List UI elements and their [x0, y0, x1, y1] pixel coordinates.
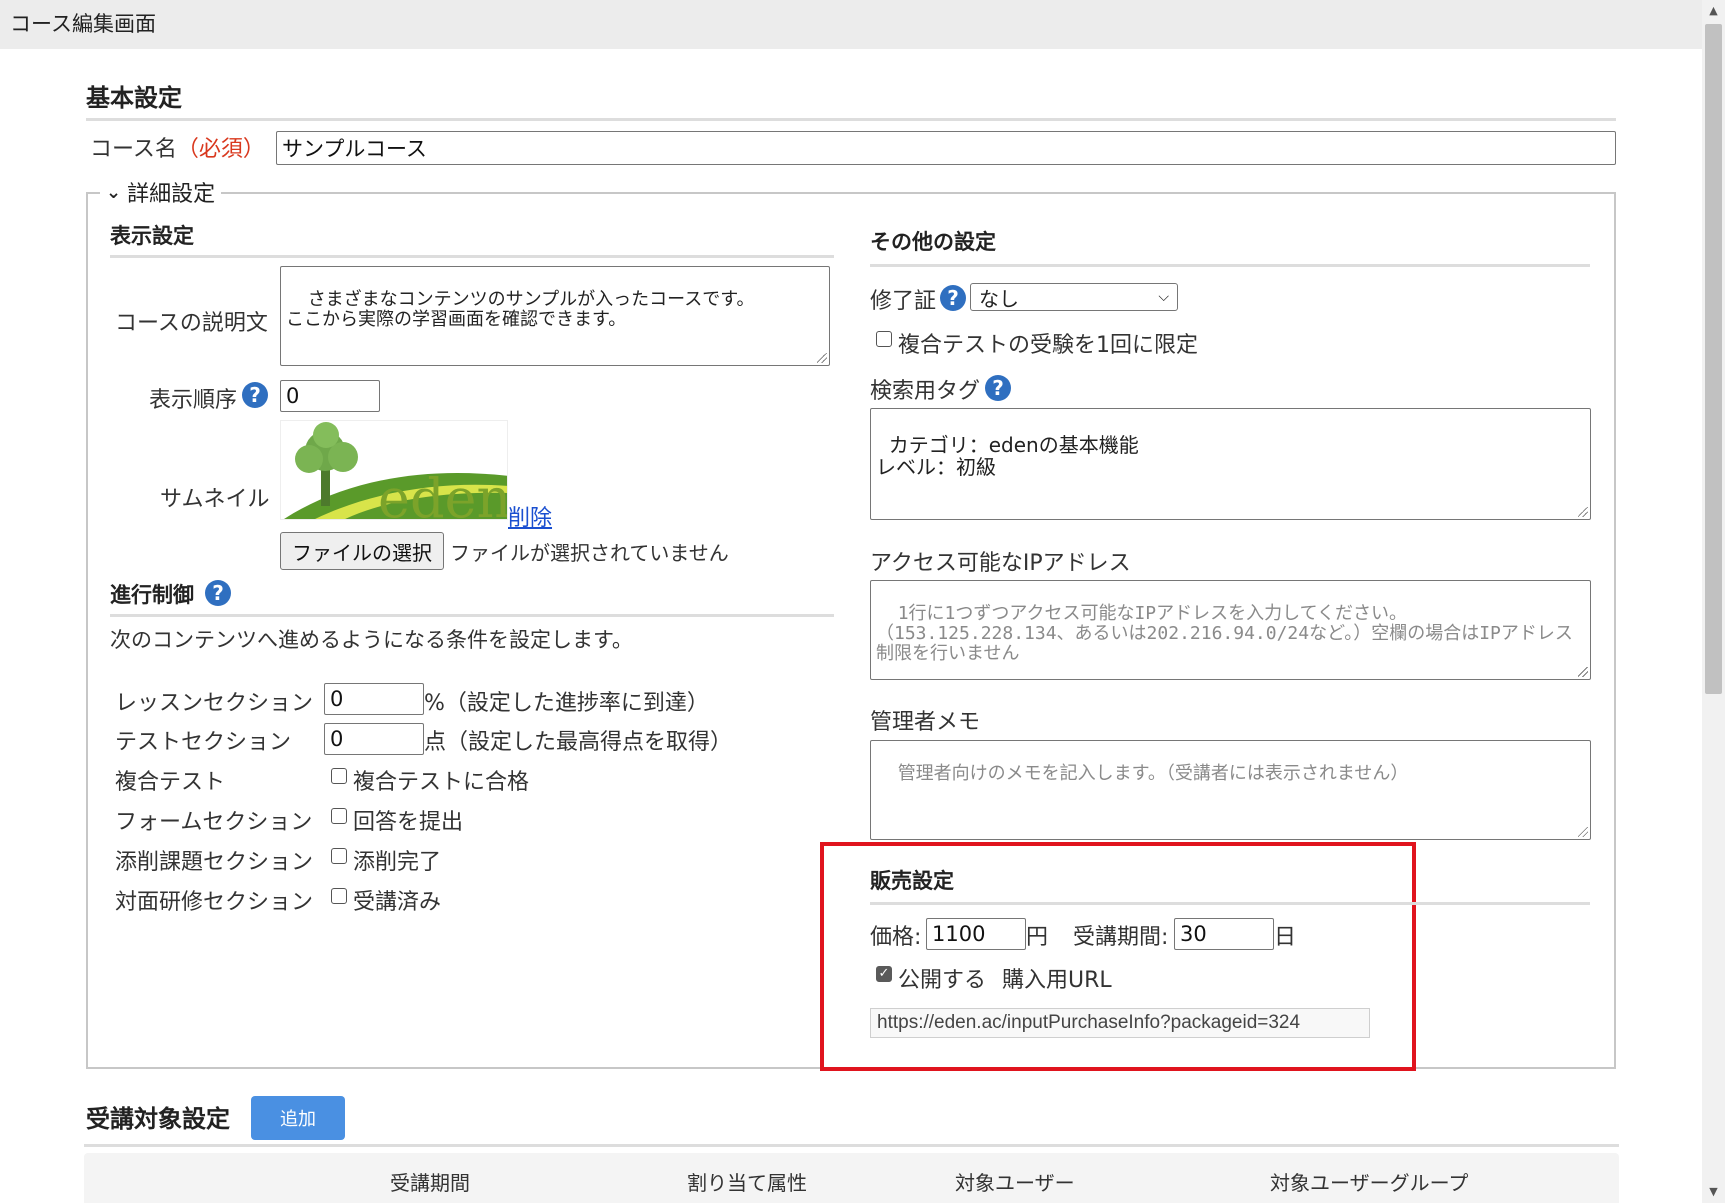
assignment-done-check-label: 添削完了 — [353, 850, 442, 875]
divider — [110, 614, 834, 617]
scroll-up-arrow-icon[interactable]: ▲ — [1702, 0, 1725, 22]
column-period: 受講期間 — [390, 1171, 470, 1195]
progress-description: 次のコンテンツへ進めるようになる条件を設定します。 — [110, 628, 633, 652]
lesson-progress-input[interactable]: 0 — [324, 683, 424, 715]
thumbnail-label: サムネイル — [160, 487, 270, 512]
training-section-label: 対面研修セクション — [115, 890, 314, 915]
training-attended-check-label: 受講済み — [353, 890, 442, 915]
test-section-label: テストセクション — [115, 730, 292, 755]
description-label: コースの説明文 — [115, 311, 268, 336]
sales-settings-heading: 販売設定 — [870, 869, 954, 893]
admin-memo-textarea[interactable]: 管理者向けのメモを記入します。（受講者には表示されません） — [870, 740, 1591, 840]
divider — [86, 118, 1616, 121]
help-icon[interactable]: ? — [242, 382, 268, 408]
purchase-url-field[interactable]: https://eden.ac/inputPurchaseInfo?packag… — [870, 1008, 1370, 1038]
file-select-button[interactable]: ファイルの選択 — [280, 532, 444, 570]
tags-textarea[interactable]: カテゴリ：edenの基本機能 レベル：初級 — [870, 408, 1591, 520]
resize-grip-icon[interactable] — [1578, 507, 1588, 517]
tags-label: 検索用タグ — [870, 379, 981, 404]
scrollbar-thumb[interactable] — [1705, 24, 1722, 694]
order-input[interactable]: 0 — [280, 380, 380, 412]
purchase-url-label: 購入用URL — [1002, 968, 1112, 993]
form-submit-checkbox[interactable] — [331, 808, 347, 824]
form-submit-check-label: 回答を提出 — [353, 810, 464, 835]
admin-memo-label: 管理者メモ — [870, 710, 981, 735]
resize-grip-icon[interactable] — [1578, 827, 1588, 837]
eden-logo-icon: eden — [284, 422, 508, 520]
composite-test-check-label: 複合テストに合格 — [353, 770, 530, 795]
limit-test-checkbox[interactable] — [876, 331, 892, 347]
test-score-input[interactable]: 0 — [324, 723, 424, 755]
price-label: 価格: — [870, 925, 922, 950]
column-user-groups: 対象ユーザーグループ — [1270, 1171, 1469, 1195]
divider — [870, 902, 1590, 905]
tags-text: カテゴリ：edenの基本機能 レベル：初級 — [876, 433, 1139, 479]
certificate-label: 修了証 — [870, 289, 937, 314]
publish-label: 公開する — [898, 968, 987, 993]
course-name-label: コース名（必須） — [90, 131, 265, 163]
scroll-down-arrow-icon[interactable]: ▼ — [1702, 1181, 1725, 1203]
display-settings-heading: 表示設定 — [110, 224, 194, 248]
help-icon[interactable]: ? — [205, 580, 231, 606]
add-target-button[interactable]: 追加 — [251, 1096, 345, 1140]
training-attended-checkbox[interactable] — [331, 888, 347, 904]
lesson-section-label: レッスンセクション — [115, 691, 314, 716]
detail-settings-legend: 詳細設定 — [127, 182, 216, 207]
chevron-down-icon: ⌵ — [1158, 289, 1169, 305]
resize-grip-icon[interactable] — [1578, 667, 1588, 677]
period-label: 受講期間: — [1073, 925, 1169, 950]
course-name-input[interactable]: サンプルコース — [276, 131, 1616, 165]
divider — [870, 264, 1590, 267]
description-text: さまざまなコンテンツのサンプルが入ったコースです。 ここから実際の学習画面を確認… — [286, 289, 755, 330]
other-settings-heading: その他の設定 — [870, 230, 996, 254]
file-status-text: ファイルが選択されていません — [450, 541, 729, 565]
limit-test-label: 複合テストの受験を1回に限定 — [898, 333, 1198, 358]
description-textarea[interactable]: さまざまなコンテンツのサンプルが入ったコースです。 ここから実際の学習画面を確認… — [280, 266, 830, 366]
admin-memo-placeholder: 管理者向けのメモを記入します。（受講者には表示されません） — [897, 763, 1409, 784]
target-settings-heading: 受講対象設定 — [86, 1105, 230, 1133]
divider — [84, 1144, 1619, 1147]
certificate-select[interactable]: なし ⌵ — [970, 283, 1178, 311]
required-marker: （必須） — [176, 137, 265, 162]
composite-test-label: 複合テスト — [115, 770, 226, 795]
assignment-section-label: 添削課題セクション — [115, 850, 314, 875]
svg-text:eden: eden — [378, 467, 508, 520]
certificate-selected-value: なし — [979, 286, 1019, 311]
ip-address-placeholder: 1行に1つずつアクセス可能なIPアドレスを入力してください。 （153.125.… — [876, 603, 1573, 664]
publish-checkbox[interactable]: ✓ — [876, 966, 892, 982]
composite-test-checkbox[interactable] — [331, 768, 347, 784]
period-unit: 日 — [1274, 925, 1297, 950]
divider — [110, 255, 834, 258]
window-title: コース編集画面 — [0, 0, 1702, 49]
test-score-suffix: 点（設定した最高得点を取得） — [424, 730, 733, 755]
ip-address-label: アクセス可能なIPアドレス — [870, 551, 1131, 576]
price-input[interactable]: 1100 — [926, 918, 1026, 950]
column-users: 対象ユーザー — [955, 1171, 1075, 1195]
form-section-label: フォームセクション — [115, 810, 313, 835]
help-icon[interactable]: ? — [985, 375, 1011, 401]
detail-settings-toggle[interactable]: ⌄ 詳細設定 — [100, 177, 222, 207]
help-icon[interactable]: ? — [940, 285, 966, 311]
assignment-done-checkbox[interactable] — [331, 848, 347, 864]
price-unit: 円 — [1026, 925, 1049, 950]
period-input[interactable]: 30 — [1174, 918, 1274, 950]
order-label: 表示順序 — [149, 388, 238, 413]
ip-address-textarea[interactable]: 1行に1つずつアクセス可能なIPアドレスを入力してください。 （153.125.… — [870, 580, 1591, 680]
basic-settings-heading: 基本設定 — [86, 84, 182, 112]
course-name-label-text: コース名 — [90, 137, 177, 162]
progress-control-heading: 進行制御 — [110, 583, 194, 607]
lesson-progress-suffix: %（設定した進捗率に到達） — [424, 691, 709, 716]
column-attribute: 割り当て属性 — [687, 1171, 807, 1195]
thumbnail-image: eden — [280, 420, 508, 520]
resize-grip-icon[interactable] — [817, 353, 827, 363]
delete-thumbnail-link[interactable]: 削除 — [508, 500, 552, 532]
chevron-down-icon: ⌄ — [106, 181, 122, 203]
